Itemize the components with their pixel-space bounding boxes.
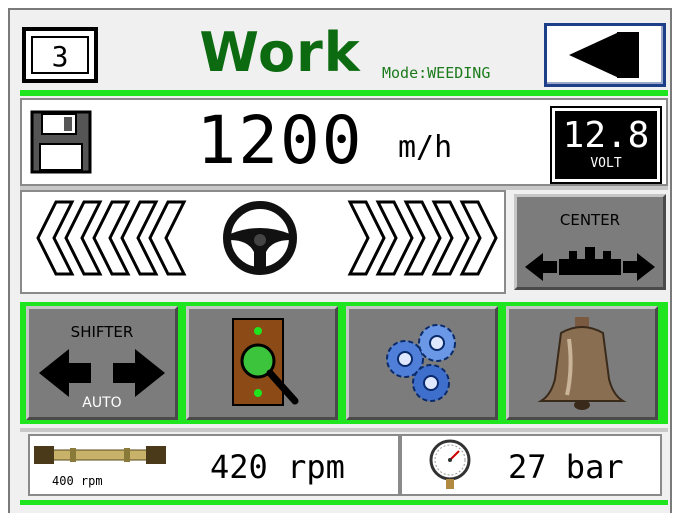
pressure-value: 27 bar (508, 448, 624, 486)
bottom-bar (20, 500, 668, 505)
speed-value: 1200 (196, 102, 364, 179)
voltage-unit: VOLT (590, 156, 622, 171)
shifter-mode: AUTO (82, 395, 122, 411)
shifter-label: SHIFTER (70, 323, 134, 341)
gears-icon (386, 324, 456, 402)
page-number-box: 3 (22, 27, 98, 83)
shifter-button[interactable]: SHIFTER AUTO (26, 306, 178, 420)
back-button[interactable] (544, 23, 666, 87)
pressure-gauge-icon (426, 438, 474, 494)
page-number: 3 (31, 36, 89, 74)
voltage-display: 12.8 VOLT (550, 106, 662, 184)
center-label: CENTER (559, 211, 621, 229)
mode-indicator: Mode:WEEDING (382, 64, 491, 82)
left-right-arrows-icon (39, 349, 165, 397)
inspect-button[interactable] (186, 306, 338, 420)
back-arrow-icon (569, 32, 639, 78)
divider-bar (20, 90, 668, 96)
floppy-disk-icon (30, 110, 92, 174)
save-button[interactable] (28, 110, 94, 174)
settings-button[interactable] (346, 306, 498, 420)
pto-setpoint: 400 rpm (52, 474, 103, 488)
chevrons-right-icon (347, 200, 498, 276)
center-button[interactable]: CENTER (514, 194, 666, 290)
function-button-row: SHIFTER AUTO (20, 302, 668, 424)
center-arrows-icon (525, 247, 655, 281)
divider-line-2 (20, 428, 668, 432)
alarm-button[interactable] (506, 306, 658, 420)
voltage-value: 12.8 (562, 115, 650, 156)
steer-right-button[interactable] (330, 200, 500, 276)
speed-unit: m/h (398, 130, 453, 165)
steer-left-button[interactable] (34, 200, 204, 276)
bell-icon (537, 317, 627, 410)
pto-rpm-value: 420 rpm (210, 448, 345, 486)
page-title: Work (199, 21, 361, 84)
chevrons-left-icon (36, 200, 187, 276)
steering-wheel-icon (222, 200, 298, 276)
pto-shaft-icon (30, 438, 170, 474)
magnifier-icon (232, 318, 299, 406)
